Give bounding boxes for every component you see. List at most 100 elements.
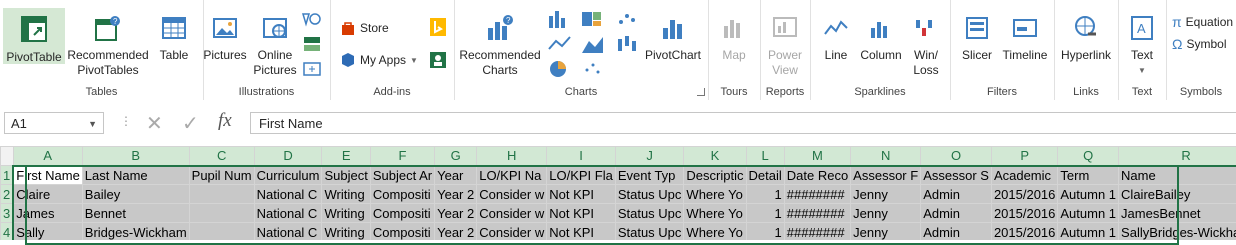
column-header[interactable]: P [991,147,1057,166]
cell[interactable]: Sally [13,223,82,241]
column-header[interactable]: F [370,147,434,166]
cell[interactable]: Jenny [851,185,921,204]
column-header[interactable]: R [1119,147,1236,166]
symbol-button[interactable]: Ω Symbol [1172,36,1226,52]
timeline-button[interactable]: Timeline [1000,14,1050,63]
hierarchy-chart-icon[interactable] [579,8,609,30]
line-chart-icon[interactable] [546,33,576,55]
cancel-icon[interactable]: ✕ [146,111,163,136]
pivotchart-button[interactable]: PivotChart [640,14,706,63]
map-button[interactable]: Map [711,14,757,63]
cell[interactable]: Term [1058,166,1119,185]
column-header[interactable]: E [322,147,370,166]
cell[interactable]: Assessor F [851,166,921,185]
cell[interactable]: Pupil Num [189,166,254,185]
column-chart-icon[interactable] [546,8,576,30]
cell[interactable]: JamesBennet [1119,204,1236,223]
cell[interactable]: ######## [784,185,850,204]
cell[interactable]: Last Name [82,166,189,185]
cell[interactable]: Jenny [851,204,921,223]
cell[interactable]: LO/KPI Fla [547,166,616,185]
cell[interactable]: Admin [921,185,992,204]
column-header[interactable]: O [921,147,992,166]
people-graph-icon[interactable] [430,52,446,68]
column-header[interactable]: B [82,147,189,166]
cell[interactable]: ClaireBailey [1119,185,1236,204]
cell[interactable]: Where Yo [684,204,746,223]
combo-chart-icon[interactable] [579,58,609,80]
bing-icon[interactable] [430,18,446,36]
column-header[interactable]: Q [1058,147,1119,166]
cell[interactable]: Year 2 [435,223,477,241]
cell[interactable]: Consider w [477,223,547,241]
column-header[interactable]: L [746,147,784,166]
column-header[interactable]: D [254,147,322,166]
cell[interactable]: 2015/2016 [991,185,1057,204]
cell[interactable]: 2015/2016 [991,223,1057,241]
my-apps-button[interactable]: My Apps ▼ [340,52,418,68]
insert-function-icon[interactable]: fx [218,110,232,132]
cell[interactable]: Admin [921,223,992,241]
cell[interactable]: Admin [921,204,992,223]
cell[interactable]: Academic [991,166,1057,185]
cell[interactable] [189,185,254,204]
cell[interactable] [189,223,254,241]
row-header[interactable]: 1 [1,166,14,185]
cell[interactable]: First Name [13,166,82,185]
cell[interactable]: ######## [784,223,850,241]
cell[interactable]: Compositi [370,204,434,223]
column-header[interactable]: N [851,147,921,166]
cell[interactable]: Event Typ [615,166,684,185]
cell[interactable]: Compositi [370,223,434,241]
cell[interactable]: Assessor S [921,166,992,185]
sparkline-winloss-button[interactable]: Win/ Loss [906,14,946,78]
cell[interactable]: SallyBridges-Wickham [1119,223,1236,241]
cell[interactable]: Writing [322,223,370,241]
cell[interactable]: Compositi [370,185,434,204]
slicer-button[interactable]: Slicer [956,14,998,63]
cell[interactable]: ######## [784,204,850,223]
recommended-pivottables-button[interactable]: ? Recommended PivotTables [66,14,150,78]
cell[interactable]: Where Yo [684,223,746,241]
column-header[interactable]: I [547,147,616,166]
sparkline-column-button[interactable]: Column [858,14,904,63]
cell[interactable]: 2015/2016 [991,204,1057,223]
pie-chart-icon[interactable] [546,58,576,80]
cell[interactable]: Status Upc [615,223,684,241]
shapes-icon[interactable] [301,10,323,28]
cell[interactable]: National C [254,204,322,223]
text-button[interactable]: A Text ▼ [1122,14,1162,78]
column-header[interactable]: C [189,147,254,166]
chevron-down-icon[interactable]: ▼ [88,113,97,135]
cell[interactable]: Subject [322,166,370,185]
cell[interactable]: Descriptic [684,166,746,185]
enter-icon[interactable]: ✓ [182,111,199,136]
cell[interactable]: Status Upc [615,204,684,223]
store-button[interactable]: Store [340,20,389,36]
cell[interactable] [189,204,254,223]
cell[interactable]: Bridges-Wickham [82,223,189,241]
recommended-charts-button[interactable]: ? Recommended Charts [458,14,542,78]
cell[interactable]: Consider w [477,204,547,223]
pictures-button[interactable]: Pictures [203,14,247,63]
cell[interactable]: Consider w [477,185,547,204]
smartart-icon[interactable] [301,35,323,53]
cell[interactable]: Jenny [851,223,921,241]
column-header[interactable]: J [615,147,684,166]
cell[interactable]: Autumn 1 [1058,204,1119,223]
cell[interactable]: 1 [746,204,784,223]
stock-chart-icon[interactable] [613,33,643,55]
cell[interactable]: Writing [322,204,370,223]
cell[interactable]: National C [254,185,322,204]
cell[interactable]: Year 2 [435,185,477,204]
table-button[interactable]: Table [152,14,196,63]
cell[interactable]: Detail [746,166,784,185]
cell[interactable]: Status Upc [615,185,684,204]
column-header[interactable]: K [684,147,746,166]
hyperlink-button[interactable]: Hyperlink [1056,14,1116,63]
cell[interactable]: Date Reco [784,166,850,185]
cell[interactable]: Curriculum [254,166,322,185]
column-header[interactable]: G [435,147,477,166]
cell[interactable]: Not KPI [547,223,616,241]
row-header[interactable]: 2 [1,185,14,204]
